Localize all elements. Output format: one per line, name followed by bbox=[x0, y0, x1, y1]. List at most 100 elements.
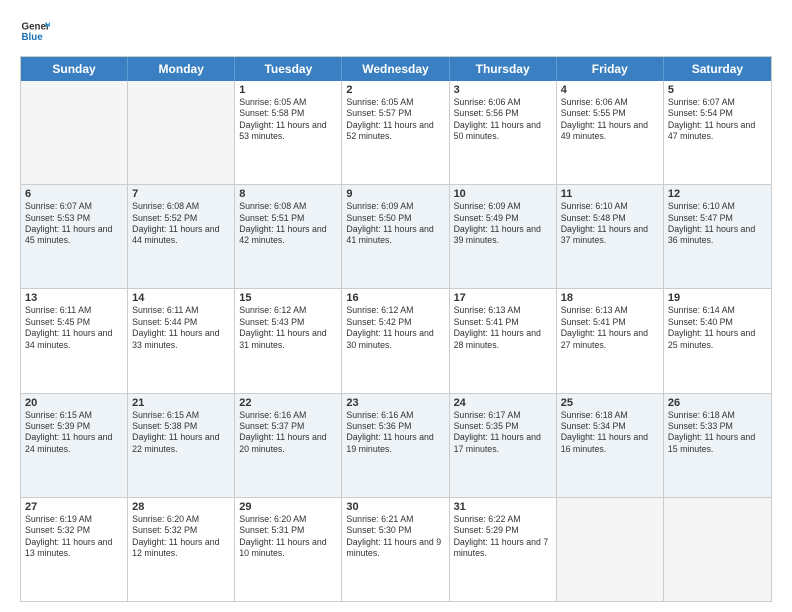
calendar-cell-day-6: 6Sunrise: 6:07 AM Sunset: 5:53 PM Daylig… bbox=[21, 185, 128, 288]
calendar-cell-day-25: 25Sunrise: 6:18 AM Sunset: 5:34 PM Dayli… bbox=[557, 394, 664, 497]
calendar-cell-day-12: 12Sunrise: 6:10 AM Sunset: 5:47 PM Dayli… bbox=[664, 185, 771, 288]
calendar-cell-day-17: 17Sunrise: 6:13 AM Sunset: 5:41 PM Dayli… bbox=[450, 289, 557, 392]
header-day-sunday: Sunday bbox=[21, 57, 128, 81]
header-day-tuesday: Tuesday bbox=[235, 57, 342, 81]
calendar-cell-day-14: 14Sunrise: 6:11 AM Sunset: 5:44 PM Dayli… bbox=[128, 289, 235, 392]
day-number: 19 bbox=[668, 292, 767, 304]
day-number: 20 bbox=[25, 397, 123, 409]
calendar-cell-day-26: 26Sunrise: 6:18 AM Sunset: 5:33 PM Dayli… bbox=[664, 394, 771, 497]
day-number: 10 bbox=[454, 188, 552, 200]
calendar-cell-day-28: 28Sunrise: 6:20 AM Sunset: 5:32 PM Dayli… bbox=[128, 498, 235, 601]
day-info: Sunrise: 6:15 AM Sunset: 5:38 PM Dayligh… bbox=[132, 410, 230, 456]
day-info: Sunrise: 6:05 AM Sunset: 5:57 PM Dayligh… bbox=[346, 97, 444, 143]
calendar-header: SundayMondayTuesdayWednesdayThursdayFrid… bbox=[21, 57, 771, 81]
day-info: Sunrise: 6:11 AM Sunset: 5:44 PM Dayligh… bbox=[132, 305, 230, 351]
header-day-thursday: Thursday bbox=[450, 57, 557, 81]
day-number: 27 bbox=[25, 501, 123, 513]
day-number: 22 bbox=[239, 397, 337, 409]
day-number: 26 bbox=[668, 397, 767, 409]
calendar-cell-day-10: 10Sunrise: 6:09 AM Sunset: 5:49 PM Dayli… bbox=[450, 185, 557, 288]
day-number: 29 bbox=[239, 501, 337, 513]
day-number: 15 bbox=[239, 292, 337, 304]
calendar-row-3: 13Sunrise: 6:11 AM Sunset: 5:45 PM Dayli… bbox=[21, 289, 771, 393]
calendar-cell-day-19: 19Sunrise: 6:14 AM Sunset: 5:40 PM Dayli… bbox=[664, 289, 771, 392]
day-number: 11 bbox=[561, 188, 659, 200]
calendar-cell-empty bbox=[664, 498, 771, 601]
day-info: Sunrise: 6:12 AM Sunset: 5:43 PM Dayligh… bbox=[239, 305, 337, 351]
day-number: 13 bbox=[25, 292, 123, 304]
day-info: Sunrise: 6:08 AM Sunset: 5:51 PM Dayligh… bbox=[239, 201, 337, 247]
day-number: 23 bbox=[346, 397, 444, 409]
day-info: Sunrise: 6:10 AM Sunset: 5:48 PM Dayligh… bbox=[561, 201, 659, 247]
day-number: 14 bbox=[132, 292, 230, 304]
calendar-body: 1Sunrise: 6:05 AM Sunset: 5:58 PM Daylig… bbox=[21, 81, 771, 601]
day-info: Sunrise: 6:09 AM Sunset: 5:49 PM Dayligh… bbox=[454, 201, 552, 247]
calendar-cell-day-7: 7Sunrise: 6:08 AM Sunset: 5:52 PM Daylig… bbox=[128, 185, 235, 288]
day-info: Sunrise: 6:07 AM Sunset: 5:54 PM Dayligh… bbox=[668, 97, 767, 143]
day-number: 21 bbox=[132, 397, 230, 409]
calendar-row-5: 27Sunrise: 6:19 AM Sunset: 5:32 PM Dayli… bbox=[21, 498, 771, 601]
header-day-wednesday: Wednesday bbox=[342, 57, 449, 81]
day-info: Sunrise: 6:09 AM Sunset: 5:50 PM Dayligh… bbox=[346, 201, 444, 247]
day-info: Sunrise: 6:07 AM Sunset: 5:53 PM Dayligh… bbox=[25, 201, 123, 247]
day-number: 30 bbox=[346, 501, 444, 513]
calendar-cell-day-3: 3Sunrise: 6:06 AM Sunset: 5:56 PM Daylig… bbox=[450, 81, 557, 184]
day-number: 18 bbox=[561, 292, 659, 304]
calendar-cell-day-9: 9Sunrise: 6:09 AM Sunset: 5:50 PM Daylig… bbox=[342, 185, 449, 288]
calendar-cell-day-1: 1Sunrise: 6:05 AM Sunset: 5:58 PM Daylig… bbox=[235, 81, 342, 184]
day-info: Sunrise: 6:20 AM Sunset: 5:32 PM Dayligh… bbox=[132, 514, 230, 560]
calendar-cell-day-23: 23Sunrise: 6:16 AM Sunset: 5:36 PM Dayli… bbox=[342, 394, 449, 497]
day-number: 16 bbox=[346, 292, 444, 304]
day-info: Sunrise: 6:17 AM Sunset: 5:35 PM Dayligh… bbox=[454, 410, 552, 456]
day-info: Sunrise: 6:06 AM Sunset: 5:56 PM Dayligh… bbox=[454, 97, 552, 143]
day-number: 8 bbox=[239, 188, 337, 200]
calendar-cell-day-8: 8Sunrise: 6:08 AM Sunset: 5:51 PM Daylig… bbox=[235, 185, 342, 288]
day-info: Sunrise: 6:19 AM Sunset: 5:32 PM Dayligh… bbox=[25, 514, 123, 560]
calendar-cell-day-30: 30Sunrise: 6:21 AM Sunset: 5:30 PM Dayli… bbox=[342, 498, 449, 601]
day-info: Sunrise: 6:12 AM Sunset: 5:42 PM Dayligh… bbox=[346, 305, 444, 351]
header-day-saturday: Saturday bbox=[664, 57, 771, 81]
calendar-cell-day-13: 13Sunrise: 6:11 AM Sunset: 5:45 PM Dayli… bbox=[21, 289, 128, 392]
day-info: Sunrise: 6:13 AM Sunset: 5:41 PM Dayligh… bbox=[561, 305, 659, 351]
day-info: Sunrise: 6:22 AM Sunset: 5:29 PM Dayligh… bbox=[454, 514, 552, 560]
day-number: 7 bbox=[132, 188, 230, 200]
day-number: 6 bbox=[25, 188, 123, 200]
day-info: Sunrise: 6:11 AM Sunset: 5:45 PM Dayligh… bbox=[25, 305, 123, 351]
calendar-cell-day-15: 15Sunrise: 6:12 AM Sunset: 5:43 PM Dayli… bbox=[235, 289, 342, 392]
calendar-cell-day-11: 11Sunrise: 6:10 AM Sunset: 5:48 PM Dayli… bbox=[557, 185, 664, 288]
page: General Blue SundayMondayTuesdayWednesda… bbox=[0, 0, 792, 612]
calendar-cell-day-21: 21Sunrise: 6:15 AM Sunset: 5:38 PM Dayli… bbox=[128, 394, 235, 497]
calendar-cell-day-18: 18Sunrise: 6:13 AM Sunset: 5:41 PM Dayli… bbox=[557, 289, 664, 392]
calendar-cell-day-24: 24Sunrise: 6:17 AM Sunset: 5:35 PM Dayli… bbox=[450, 394, 557, 497]
day-info: Sunrise: 6:05 AM Sunset: 5:58 PM Dayligh… bbox=[239, 97, 337, 143]
day-number: 24 bbox=[454, 397, 552, 409]
day-info: Sunrise: 6:18 AM Sunset: 5:33 PM Dayligh… bbox=[668, 410, 767, 456]
day-info: Sunrise: 6:20 AM Sunset: 5:31 PM Dayligh… bbox=[239, 514, 337, 560]
header-day-monday: Monday bbox=[128, 57, 235, 81]
day-number: 4 bbox=[561, 84, 659, 96]
day-info: Sunrise: 6:16 AM Sunset: 5:37 PM Dayligh… bbox=[239, 410, 337, 456]
day-number: 9 bbox=[346, 188, 444, 200]
day-number: 25 bbox=[561, 397, 659, 409]
logo: General Blue bbox=[20, 16, 50, 46]
day-number: 2 bbox=[346, 84, 444, 96]
calendar-cell-empty bbox=[21, 81, 128, 184]
day-info: Sunrise: 6:14 AM Sunset: 5:40 PM Dayligh… bbox=[668, 305, 767, 351]
calendar-row-4: 20Sunrise: 6:15 AM Sunset: 5:39 PM Dayli… bbox=[21, 394, 771, 498]
day-info: Sunrise: 6:06 AM Sunset: 5:55 PM Dayligh… bbox=[561, 97, 659, 143]
svg-text:Blue: Blue bbox=[22, 32, 44, 43]
header: General Blue bbox=[20, 16, 772, 46]
calendar-cell-day-29: 29Sunrise: 6:20 AM Sunset: 5:31 PM Dayli… bbox=[235, 498, 342, 601]
day-info: Sunrise: 6:10 AM Sunset: 5:47 PM Dayligh… bbox=[668, 201, 767, 247]
day-info: Sunrise: 6:18 AM Sunset: 5:34 PM Dayligh… bbox=[561, 410, 659, 456]
day-number: 5 bbox=[668, 84, 767, 96]
generalblue-logo-icon: General Blue bbox=[20, 16, 50, 46]
calendar-cell-day-22: 22Sunrise: 6:16 AM Sunset: 5:37 PM Dayli… bbox=[235, 394, 342, 497]
calendar-cell-day-2: 2Sunrise: 6:05 AM Sunset: 5:57 PM Daylig… bbox=[342, 81, 449, 184]
calendar-cell-day-27: 27Sunrise: 6:19 AM Sunset: 5:32 PM Dayli… bbox=[21, 498, 128, 601]
day-number: 17 bbox=[454, 292, 552, 304]
day-number: 3 bbox=[454, 84, 552, 96]
header-day-friday: Friday bbox=[557, 57, 664, 81]
day-info: Sunrise: 6:13 AM Sunset: 5:41 PM Dayligh… bbox=[454, 305, 552, 351]
day-number: 1 bbox=[239, 84, 337, 96]
